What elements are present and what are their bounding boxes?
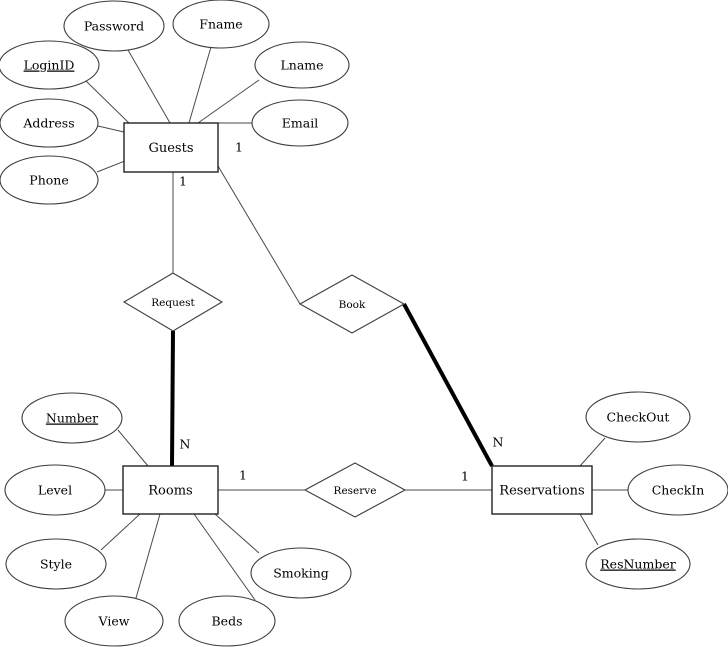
- relationship-edge-layer: [170, 165, 494, 491]
- attribute-node-lname[interactable]: Lname: [254, 41, 350, 89]
- attribute-node-view[interactable]: View: [64, 595, 164, 647]
- er-diagram-canvas: Password Fname LoginID Lname Address Email Pho…: [0, 0, 728, 647]
- edge-address: [97, 125, 125, 133]
- attribute-label-resnumber: ResNumber: [600, 557, 675, 572]
- relationship-node-request[interactable]: Request: [122, 272, 224, 332]
- edge-resnumber: [579, 513, 599, 546]
- attribute-node-checkin[interactable]: CheckIn: [627, 464, 728, 516]
- attribute-node-style[interactable]: Style: [5, 538, 107, 590]
- card-guests-request: 1: [179, 174, 187, 189]
- attribute-label-view: View: [98, 614, 130, 629]
- relationship-node-book[interactable]: Book: [298, 274, 406, 334]
- attribute-label-beds: Beds: [212, 614, 243, 629]
- entity-label-guests: Guests: [148, 141, 193, 156]
- attribute-node-resnumber[interactable]: ResNumber: [585, 538, 691, 590]
- attribute-label-password: Password: [84, 19, 144, 34]
- relationship-label-reserve: Reserve: [334, 485, 377, 497]
- er-diagram-svg: Password Fname LoginID Lname Address Email Pho…: [0, 0, 728, 647]
- entity-node-rooms[interactable]: Rooms: [122, 465, 219, 515]
- edge-request-rooms: [170, 330, 175, 467]
- attribute-label-loginid: LoginID: [24, 58, 75, 73]
- edge-checkout: [579, 437, 606, 467]
- entity-label-rooms: Rooms: [148, 484, 192, 499]
- attribute-label-style: Style: [40, 557, 72, 572]
- edge-guests-book: [217, 165, 301, 305]
- edge-beds: [193, 513, 256, 601]
- entity-node-guests[interactable]: Guests: [123, 122, 219, 173]
- edge-style: [100, 513, 141, 551]
- attribute-label-checkout: CheckOut: [607, 410, 670, 425]
- attribute-node-address[interactable]: Address: [0, 98, 99, 148]
- edge-lname: [197, 79, 260, 124]
- relationship-label-book: Book: [339, 299, 366, 311]
- attribute-node-number[interactable]: Number: [21, 392, 123, 444]
- card-rooms-reserve: 1: [239, 468, 247, 483]
- attribute-label-lname: Lname: [280, 58, 323, 73]
- entity-node-reservations[interactable]: Reservations: [491, 465, 593, 515]
- edge-number: [117, 429, 149, 467]
- card-guests-book: 1: [235, 140, 243, 155]
- attribute-node-level[interactable]: Level: [4, 464, 106, 516]
- edge-password: [127, 49, 171, 124]
- attribute-label-phone: Phone: [29, 173, 68, 188]
- attribute-label-address: Address: [22, 116, 74, 131]
- attribute-node-loginid[interactable]: LoginID: [0, 40, 100, 90]
- attribute-node-password[interactable]: Password: [63, 0, 165, 52]
- edge-book-reservations: [402, 303, 494, 467]
- attribute-node-phone[interactable]: Phone: [0, 155, 99, 205]
- entity-label-reservations: Reservations: [499, 484, 584, 499]
- card-request-rooms: N: [180, 437, 191, 452]
- card-reserve-reservations: 1: [461, 469, 469, 484]
- attribute-node-smoking[interactable]: Smoking: [250, 547, 352, 599]
- attribute-node-checkout[interactable]: CheckOut: [585, 391, 691, 443]
- relationship-label-request: Request: [151, 297, 195, 309]
- attribute-label-email: Email: [282, 116, 318, 131]
- attribute-label-level: Level: [38, 483, 72, 498]
- attribute-label-smoking: Smoking: [273, 566, 329, 581]
- attribute-node-beds[interactable]: Beds: [178, 595, 276, 647]
- edge-smoking: [214, 513, 260, 554]
- attribute-node-email[interactable]: Email: [251, 99, 349, 147]
- edge-view: [135, 513, 161, 599]
- attribute-node-fname[interactable]: Fname: [172, 0, 270, 49]
- card-book-reservations: N: [493, 435, 504, 450]
- attribute-label-fname: Fname: [199, 17, 242, 32]
- attribute-label-checkin: CheckIn: [652, 483, 705, 498]
- edge-fname: [188, 46, 212, 124]
- relationship-node-reserve[interactable]: Reserve: [303, 462, 407, 518]
- attribute-label-number: Number: [46, 411, 98, 426]
